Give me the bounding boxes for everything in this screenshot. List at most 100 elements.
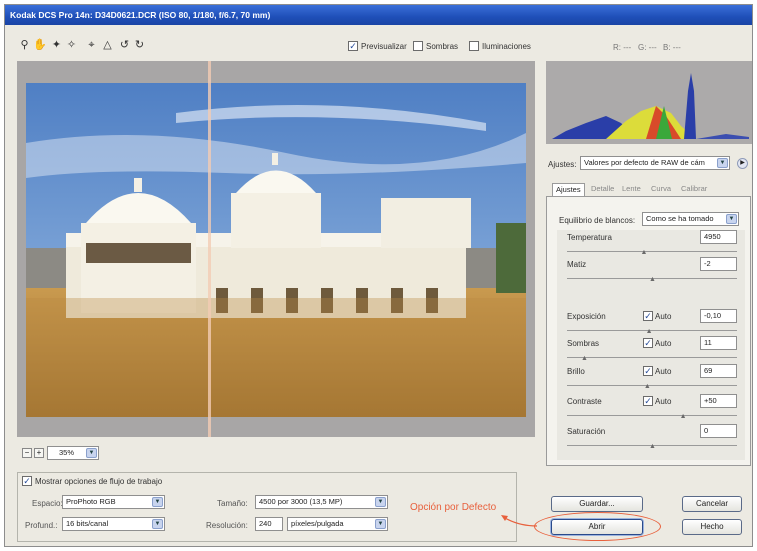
depth-select[interactable]: 16 bits/canal ▼ (62, 517, 165, 531)
slider-value-input[interactable]: -0,10 (700, 309, 737, 323)
size-select[interactable]: 4500 por 3000 (13,5 MP) ▼ (255, 495, 388, 509)
histogram (546, 61, 752, 144)
camera-raw-dialog: Kodak DCS Pro 14n: D34D0621.DCR (ISO 80,… (4, 4, 753, 547)
slider-value-input[interactable]: +50 (700, 394, 737, 408)
space-value: ProPhoto RGB (66, 497, 116, 506)
tab-detalle[interactable]: Detalle (591, 183, 614, 196)
tab-calibrar[interactable]: Calibrar (681, 183, 707, 196)
preview-label: Previsualizar (361, 42, 407, 51)
slider-thumb[interactable]: ▲ (646, 328, 653, 335)
slider-thumb[interactable]: ▲ (649, 276, 656, 283)
chevron-down-icon: ▼ (152, 519, 163, 529)
preview-divider (208, 61, 211, 437)
slider-thumb[interactable]: ▲ (680, 413, 687, 420)
resolution-unit-value: píxeles/pulgada (291, 519, 344, 528)
preview-area (17, 61, 535, 437)
done-button[interactable]: Hecho (682, 519, 742, 535)
slider-value-input[interactable]: 4950 (700, 230, 737, 244)
slider-track[interactable] (567, 357, 737, 358)
color-sampler-icon[interactable]: ✧ (65, 39, 78, 52)
shadows-checkbox[interactable] (413, 41, 423, 51)
highlights-label: Iluminaciones (482, 42, 531, 51)
depth-value: 16 bits/canal (66, 519, 109, 528)
chevron-down-icon: ▼ (375, 497, 386, 507)
slider-value-input[interactable]: 11 (700, 336, 737, 350)
white-balance-label: Equilibrio de blancos: (559, 216, 636, 225)
crop-icon[interactable]: ⌖ (85, 39, 98, 52)
slider-label: Brillo (567, 367, 585, 376)
auto-checkbox[interactable]: ✓ (643, 366, 653, 376)
slider-track[interactable] (567, 415, 737, 416)
zoom-in-button[interactable]: + (34, 448, 44, 458)
resolution-unit-select[interactable]: píxeles/pulgada ▼ (287, 517, 388, 531)
workflow-label: Mostrar opciones de flujo de trabajo (35, 477, 165, 486)
chevron-down-icon: ▼ (726, 214, 737, 224)
resolution-label: Resolución: (206, 521, 248, 530)
slider-thumb[interactable]: ▲ (649, 443, 656, 450)
slider-label: Matiz (567, 260, 587, 269)
white-balance-eyedropper-icon[interactable]: ✦ (50, 39, 63, 52)
slider-track[interactable] (567, 251, 737, 252)
size-value: 4500 por 3000 (13,5 MP) (259, 497, 343, 506)
slider-label: Saturación (567, 427, 606, 436)
rotate-right-icon[interactable]: ↻ (133, 39, 146, 52)
cancel-button[interactable]: Cancelar (682, 496, 742, 512)
slider-value-input[interactable]: 0 (700, 424, 737, 438)
size-label: Tamaño: (217, 499, 248, 508)
auto-checkbox[interactable]: ✓ (643, 338, 653, 348)
zoom-select[interactable]: 35% ▼ (47, 446, 99, 460)
annotation-text: Opción por Defecto (410, 502, 497, 513)
slider-label: Temperatura (567, 233, 612, 242)
histogram-graph (552, 73, 749, 139)
space-select[interactable]: ProPhoto RGB ▼ (62, 495, 165, 509)
preview-checkbox[interactable]: ✓ (348, 41, 358, 51)
shadows-label: Sombras (426, 42, 459, 51)
rotate-left-icon[interactable]: ↺ (118, 39, 131, 52)
slider-track[interactable] (567, 385, 737, 386)
auto-checkbox[interactable]: ✓ (643, 396, 653, 406)
slider-thumb[interactable]: ▲ (641, 249, 648, 256)
save-button[interactable]: Guardar... (551, 496, 643, 512)
window-title: Kodak DCS Pro 14n: D34D0621.DCR (ISO 80,… (10, 10, 271, 20)
slider-value-input[interactable]: 69 (700, 364, 737, 378)
slider-value-input[interactable]: -2 (700, 257, 737, 271)
tab-ajustes[interactable]: Ajustes (552, 183, 585, 197)
chevron-down-icon: ▼ (375, 519, 386, 529)
tab-curva[interactable]: Curva (651, 183, 671, 196)
white-balance-value: Como se ha tomado (646, 214, 714, 223)
slider-label: Contraste (567, 397, 602, 406)
title-bar: Kodak DCS Pro 14n: D34D0621.DCR (ISO 80,… (5, 5, 752, 25)
settings-value: Valores por defecto de RAW de cám (584, 158, 705, 167)
rgb-readout-r: R: --- (613, 43, 632, 52)
zoom-icon[interactable]: ⚲ (18, 39, 31, 52)
slider-label: Sombras (567, 339, 600, 348)
annotation-ellipse (534, 512, 661, 541)
slider-thumb[interactable]: ▲ (581, 355, 588, 362)
tab-lente[interactable]: Lente (622, 183, 641, 196)
auto-checkbox[interactable]: ✓ (643, 311, 653, 321)
hand-icon[interactable]: ✋ (33, 39, 47, 52)
auto-label: Auto (655, 367, 672, 376)
rgb-readout-g: G: --- (638, 43, 657, 52)
chevron-down-icon: ▼ (717, 158, 728, 168)
settings-select[interactable]: Valores por defecto de RAW de cám ▼ (580, 156, 730, 170)
auto-label: Auto (655, 312, 672, 321)
space-label: Espacio: (32, 499, 63, 508)
resolution-input[interactable]: 240 (255, 517, 283, 531)
depth-label: Profund.: (25, 521, 58, 530)
adjust-panel: Equilibrio de blancos: Como se ha tomado… (546, 196, 751, 466)
highlights-checkbox[interactable] (469, 41, 479, 51)
zoom-out-button[interactable]: − (22, 448, 32, 458)
chevron-down-icon: ▼ (86, 448, 97, 458)
chevron-down-icon: ▼ (152, 497, 163, 507)
straighten-icon[interactable]: △ (101, 39, 114, 52)
settings-menu-button[interactable]: ▶ (737, 158, 748, 169)
auto-label: Auto (655, 339, 672, 348)
rgb-readout-b: B: --- (663, 43, 681, 52)
white-balance-select[interactable]: Como se ha tomado ▼ (642, 212, 739, 226)
settings-label: Ajustes: (548, 160, 577, 169)
workflow-checkbox[interactable]: ✓ (22, 476, 32, 486)
slider-thumb[interactable]: ▲ (644, 383, 651, 390)
slider-label: Exposición (567, 312, 606, 321)
preview-photo (26, 83, 526, 417)
